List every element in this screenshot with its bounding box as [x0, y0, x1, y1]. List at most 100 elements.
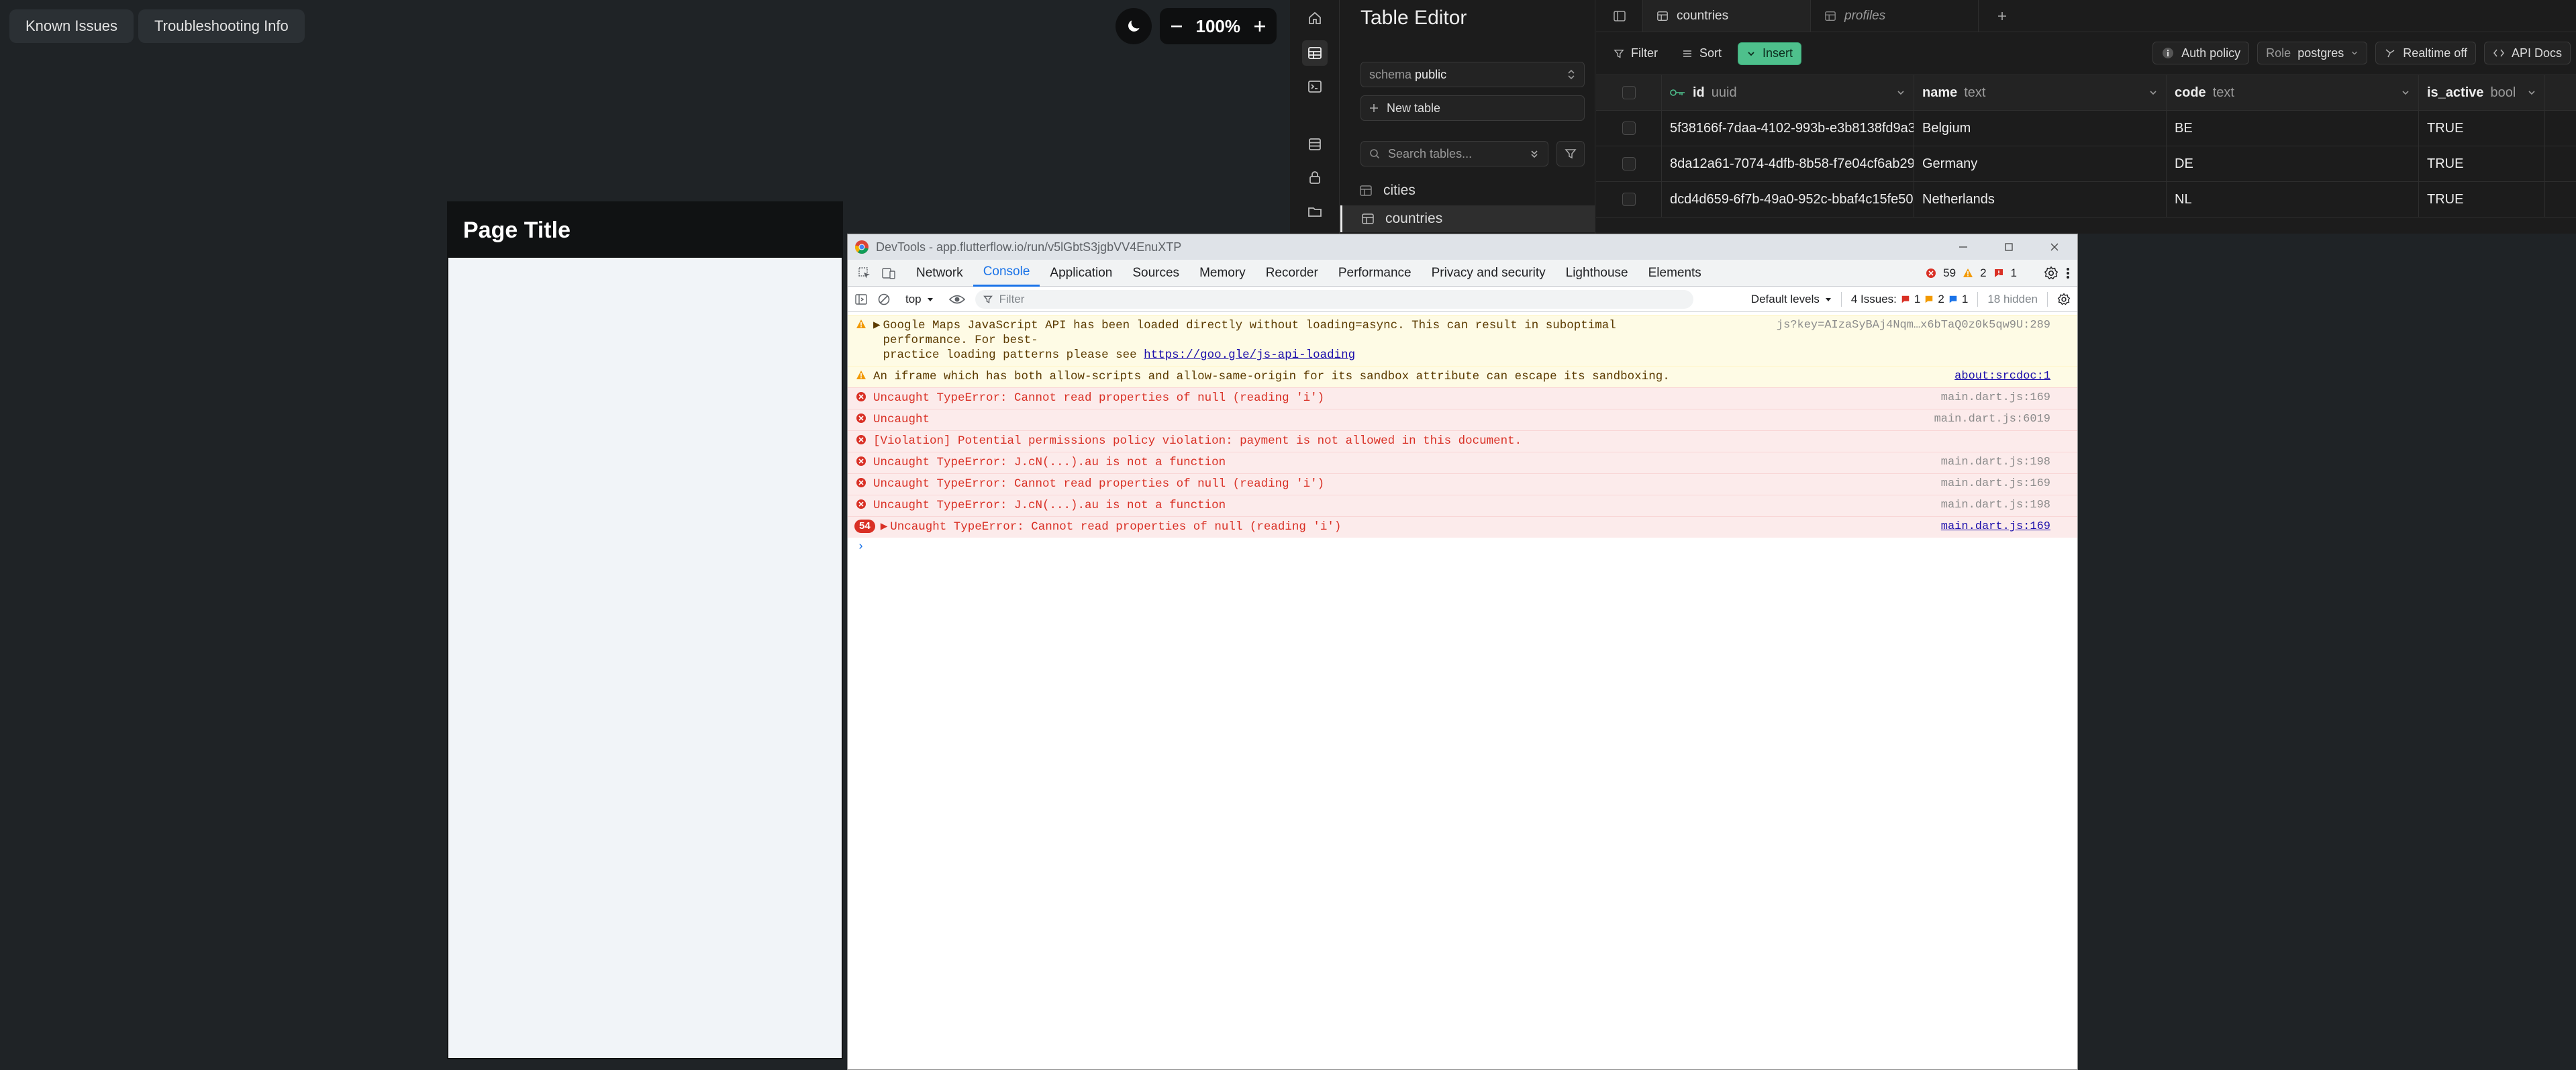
devtools-counts[interactable]: 59 2 1 — [1926, 260, 2071, 287]
zoom-out-button[interactable] — [1169, 19, 1184, 34]
kebab-menu-icon[interactable] — [2065, 266, 2071, 281]
schema-select[interactable]: schema public — [1360, 62, 1585, 87]
cell-id[interactable]: 8da12a61-7074-4dfb-8b58-f7e04cf6ab29 — [1662, 146, 1914, 181]
console-prompt[interactable]: › — [848, 538, 2077, 556]
cell-is-active[interactable]: TRUE — [2419, 182, 2545, 217]
tab-console[interactable]: Console — [973, 260, 1040, 287]
zoom-in-button[interactable] — [1252, 19, 1267, 34]
rail-sql-editor[interactable] — [1302, 74, 1328, 99]
filter-button[interactable]: Filter — [1605, 42, 1666, 65]
cell-code[interactable]: BE — [2167, 111, 2419, 146]
toggle-sidebar-button[interactable] — [1596, 0, 1643, 32]
row-checkbox[interactable] — [1622, 121, 1636, 135]
cell-code[interactable]: NL — [2167, 182, 2419, 217]
message-source[interactable]: main.dart.js:6019 — [1934, 412, 2050, 427]
filter-tables-button[interactable] — [1556, 141, 1585, 166]
column-header-name[interactable]: name text — [1914, 75, 2167, 110]
cell-is-active[interactable]: TRUE — [2419, 111, 2545, 146]
cell-code[interactable]: DE — [2167, 146, 2419, 181]
message-source[interactable]: main.dart.js:169 — [1941, 391, 2050, 405]
tab-countries[interactable]: countries — [1643, 0, 1811, 32]
console-message-error-grouped[interactable]: 54 ▶ Uncaught TypeError: Cannot read pro… — [848, 516, 2077, 538]
context-select[interactable]: top — [900, 293, 939, 306]
dark-mode-toggle[interactable] — [1115, 8, 1152, 44]
console-message-error[interactable]: Uncaught TypeError: J.cN(...).au is not … — [848, 495, 2077, 516]
inspect-element-button[interactable] — [848, 260, 881, 287]
auth-policy-button[interactable]: Auth policy — [2152, 42, 2250, 64]
message-source[interactable]: about:srcdoc:1 — [1954, 369, 2050, 384]
column-header-is-active[interactable]: is_active bool — [2419, 75, 2545, 110]
insert-button[interactable]: Insert — [1738, 42, 1802, 65]
console-filter-input[interactable]: Filter — [975, 289, 1693, 309]
troubleshooting-info-button[interactable]: Troubleshooting Info — [138, 9, 305, 43]
tab-elements[interactable]: Elements — [1638, 260, 1712, 287]
tab-sources[interactable]: Sources — [1122, 260, 1189, 287]
column-header-id[interactable]: id uuid — [1662, 75, 1914, 110]
cell-name[interactable]: Belgium — [1914, 111, 2167, 146]
tab-recorder[interactable]: Recorder — [1256, 260, 1328, 287]
cell-id[interactable]: 5f38166f-7daa-4102-993b-e3b8138fd9a3 — [1662, 111, 1914, 146]
select-all-checkbox-cell[interactable] — [1596, 75, 1662, 110]
tab-performance[interactable]: Performance — [1328, 260, 1422, 287]
new-tab-button[interactable] — [1979, 0, 2026, 32]
message-source[interactable]: main.dart.js:198 — [1941, 498, 2050, 513]
console-message-warning[interactable]: An iframe which has both allow-scripts a… — [848, 366, 2077, 387]
known-issues-button[interactable]: Known Issues — [9, 9, 134, 43]
issues-summary[interactable]: 4 Issues: 1 2 1 — [1851, 293, 1968, 306]
console-settings-gear-icon[interactable] — [2057, 293, 2071, 306]
message-source[interactable]: main.dart.js:198 — [1941, 455, 2050, 470]
new-table-button[interactable]: New table — [1360, 95, 1585, 121]
rail-auth[interactable] — [1302, 165, 1328, 191]
sort-button[interactable]: Sort — [1674, 42, 1730, 65]
console-message-warning[interactable]: ▶ Google Maps JavaScript API has been lo… — [848, 315, 2077, 366]
tab-lighthouse[interactable]: Lighthouse — [1556, 260, 1638, 287]
tab-privacy-security[interactable]: Privacy and security — [1422, 260, 1556, 287]
close-button[interactable] — [2032, 234, 2077, 260]
message-source[interactable]: js?key=AIzaSyBAj4Nqm…x6bTaQ0z0k5qw9U:289 — [1777, 318, 2050, 333]
sidebar-toggle-icon[interactable] — [854, 293, 868, 306]
row-checkbox-cell[interactable] — [1596, 146, 1662, 181]
log-levels-select[interactable]: Default levels — [1751, 293, 1832, 306]
row-checkbox[interactable] — [1622, 193, 1636, 206]
select-all-checkbox[interactable] — [1622, 86, 1636, 99]
rail-table-editor[interactable] — [1302, 40, 1328, 66]
eye-icon[interactable] — [948, 293, 966, 305]
tab-network[interactable]: Network — [906, 260, 973, 287]
cell-name[interactable]: Netherlands — [1914, 182, 2167, 217]
table-item-countries[interactable]: countries — [1340, 205, 1595, 232]
expand-triangle-icon[interactable]: ▶ — [875, 520, 888, 534]
role-select[interactable]: Role postgres — [2257, 42, 2368, 64]
table-row[interactable]: dcd4d659-6f7b-49a0-952c-bbaf4c15fe50 Net… — [1596, 182, 2576, 217]
tab-application[interactable]: Application — [1040, 260, 1122, 287]
console-message-error[interactable]: Uncaught TypeError: Cannot read properti… — [848, 387, 2077, 409]
minimize-button[interactable] — [1940, 234, 1986, 260]
realtime-button[interactable]: Realtime off — [2375, 42, 2476, 64]
message-source[interactable]: main.dart.js:169 — [1941, 520, 2050, 534]
console-message-error[interactable]: [Violation] Potential permissions policy… — [848, 430, 2077, 452]
clear-console-icon[interactable] — [877, 293, 891, 306]
tab-profiles[interactable]: profiles — [1811, 0, 1979, 32]
console-message-error[interactable]: Uncaught TypeError: Cannot read properti… — [848, 473, 2077, 495]
column-header-code[interactable]: code text — [2167, 75, 2419, 110]
message-source[interactable]: main.dart.js:169 — [1941, 477, 2050, 491]
search-tables-input[interactable]: Search tables... — [1360, 141, 1548, 166]
cell-is-active[interactable]: TRUE — [2419, 146, 2545, 181]
cell-id[interactable]: dcd4d659-6f7b-49a0-952c-bbaf4c15fe50 — [1662, 182, 1914, 217]
device-toolbar-button[interactable] — [881, 260, 906, 287]
rail-home[interactable] — [1302, 5, 1328, 31]
console-message-error[interactable]: Uncaught main.dart.js:6019 — [848, 409, 2077, 430]
table-row[interactable]: 8da12a61-7074-4dfb-8b58-f7e04cf6ab29 Ger… — [1596, 146, 2576, 182]
rail-database[interactable] — [1302, 132, 1328, 157]
devtools-titlebar[interactable]: DevTools - app.flutterflow.io/run/v5lGbt… — [848, 234, 2077, 260]
cell-name[interactable]: Germany — [1914, 146, 2167, 181]
expand-triangle-icon[interactable]: ▶ — [868, 318, 881, 333]
console-message-error[interactable]: Uncaught TypeError: J.cN(...).au is not … — [848, 452, 2077, 473]
maximize-button[interactable] — [1986, 234, 2032, 260]
tab-memory[interactable]: Memory — [1189, 260, 1256, 287]
row-checkbox[interactable] — [1622, 157, 1636, 171]
table-item-cities[interactable]: cities — [1340, 177, 1595, 204]
api-docs-button[interactable]: API Docs — [2483, 42, 2571, 64]
message-link[interactable]: https://goo.gle/js-api-loading — [1144, 348, 1355, 362]
table-row[interactable]: 5f38166f-7daa-4102-993b-e3b8138fd9a3 Bel… — [1596, 111, 2576, 146]
row-checkbox-cell[interactable] — [1596, 182, 1662, 217]
